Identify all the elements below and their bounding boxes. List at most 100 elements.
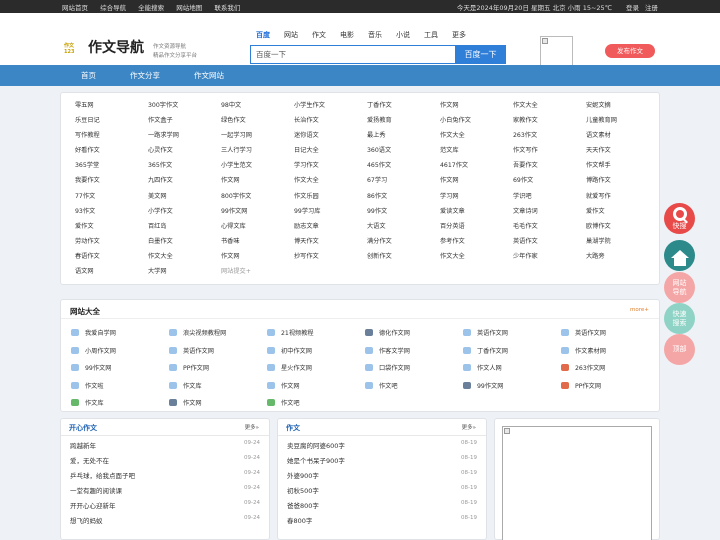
nav-share[interactable]: 作文分享: [130, 70, 160, 81]
link-item[interactable]: 心得文库: [221, 221, 294, 236]
list-item[interactable]: 想飞的蚂蚁 09-24: [70, 515, 260, 530]
link-item[interactable]: 大语文: [367, 221, 440, 236]
link-item[interactable]: 网站提交+: [221, 266, 294, 281]
link-item[interactable]: 参考作文: [440, 236, 513, 251]
link-item[interactable]: 迷你语文: [294, 130, 367, 145]
link-item[interactable]: 77作文: [75, 191, 148, 206]
site-link[interactable]: 初中作文网: [267, 342, 365, 360]
link-item[interactable]: 作文网: [221, 175, 294, 190]
search-tab-essay[interactable]: 作文: [312, 30, 326, 40]
link-item[interactable]: 欧博作文: [586, 221, 659, 236]
link-item[interactable]: 69作文: [513, 175, 586, 190]
link-item[interactable]: 800字作文: [221, 191, 294, 206]
search-tab-music[interactable]: 音乐: [368, 30, 382, 40]
link-item[interactable]: 美文网: [148, 191, 221, 206]
site-link[interactable]: 英语作文网: [463, 324, 561, 342]
link-item[interactable]: 学习网: [440, 191, 513, 206]
site-link[interactable]: 作文库: [169, 377, 267, 395]
link-item[interactable]: 99作文网: [221, 206, 294, 221]
link-item[interactable]: 百分英语: [440, 221, 513, 236]
fast-search-button[interactable]: 快速 搜索: [664, 303, 695, 334]
link-item[interactable]: 作文网: [221, 251, 294, 266]
site-link[interactable]: 263作文网: [561, 359, 659, 377]
link-item[interactable]: 满分作文: [367, 236, 440, 251]
link-item[interactable]: 作文大全: [148, 251, 221, 266]
site-logo[interactable]: 作文123 作文导航: [64, 37, 144, 57]
list-item[interactable]: 跨越新年 09-24: [70, 440, 260, 455]
link-item[interactable]: 爱读文章: [440, 206, 513, 221]
link-item[interactable]: 九四作文: [148, 175, 221, 190]
link-item[interactable]: 小白兔作文: [440, 115, 513, 130]
link-item[interactable]: 小学生作文: [294, 100, 367, 115]
publish-button[interactable]: 发布作文: [605, 44, 655, 58]
list-item[interactable]: 一堂有趣的阅读课 09-24: [70, 485, 260, 500]
site-nav-button[interactable]: 网站 导航: [664, 272, 695, 303]
link-item[interactable]: 长治作文: [294, 115, 367, 130]
link-item[interactable]: 语文网: [75, 266, 148, 281]
site-link[interactable]: 德化作文网: [365, 324, 463, 342]
link-item[interactable]: 劳动作文: [75, 236, 148, 251]
link-item[interactable]: 抄写作文: [294, 251, 367, 266]
link-item[interactable]: 文章诗词: [513, 206, 586, 221]
site-link[interactable]: 口袋作文网: [365, 359, 463, 377]
list-item[interactable]: 卖豆腐的阿婆600字 08-19: [287, 440, 477, 455]
link-item[interactable]: 励志文章: [294, 221, 367, 236]
link-item[interactable]: 巢湖学院: [586, 236, 659, 251]
link-item[interactable]: 一路求学网: [148, 130, 221, 145]
back-to-top-button[interactable]: 顶部: [664, 334, 695, 365]
site-link[interactable]: 丁香作文网: [463, 342, 561, 360]
link-item[interactable]: 儿童教育网: [586, 115, 659, 130]
search-tab-site[interactable]: 网站: [284, 30, 298, 40]
site-link[interactable]: 我爱自学网: [71, 324, 169, 342]
link-item[interactable]: 就爱写作: [586, 191, 659, 206]
list-item[interactable]: 爸爸800字 08-19: [287, 500, 477, 515]
quick-search-button[interactable]: 快搜: [664, 203, 695, 234]
list-item[interactable]: 开开心心迎新年 09-24: [70, 500, 260, 515]
link-item[interactable]: 语文素材: [586, 130, 659, 145]
site-link[interactable]: 99作文网: [71, 359, 169, 377]
link-item[interactable]: 三人行学习: [221, 145, 294, 160]
link-item[interactable]: 丁香作文: [367, 100, 440, 115]
link-item[interactable]: 360语文: [367, 145, 440, 160]
link-item[interactable]: 4617作文: [440, 160, 513, 175]
link-item[interactable]: 春语作文: [75, 251, 148, 266]
site-link[interactable]: 作文网: [169, 394, 267, 412]
nav-sites[interactable]: 作文网站: [194, 70, 224, 81]
site-link[interactable]: 作文人网: [463, 359, 561, 377]
site-link[interactable]: 作客文学网: [365, 342, 463, 360]
link-item[interactable]: 毛毛作文: [513, 221, 586, 236]
link-item[interactable]: 我要作文: [75, 175, 148, 190]
link-item[interactable]: 爱扬教育: [367, 115, 440, 130]
link-item[interactable]: 作文网: [440, 175, 513, 190]
search-button[interactable]: 百度一下: [455, 45, 506, 64]
site-link[interactable]: 99作文网: [463, 377, 561, 395]
link-item[interactable]: 创新作文: [367, 251, 440, 266]
site-link[interactable]: 作文吧: [267, 394, 365, 412]
link-item[interactable]: 博天作文: [294, 236, 367, 251]
link-item[interactable]: 263作文: [513, 130, 586, 145]
link-item[interactable]: 小学生范文: [221, 160, 294, 175]
link-item[interactable]: 英语作文: [513, 236, 586, 251]
site-link[interactable]: 英语作文网: [169, 342, 267, 360]
site-link[interactable]: 星火作文网: [267, 359, 365, 377]
site-link[interactable]: 浪尖视频教程网: [169, 324, 267, 342]
link-item[interactable]: 学识吧: [513, 191, 586, 206]
link-item[interactable]: 365作文: [148, 160, 221, 175]
link-item[interactable]: 好看作文: [75, 145, 148, 160]
search-tab-baidu[interactable]: 百度: [256, 30, 270, 40]
site-link[interactable]: PP作文网: [561, 377, 659, 395]
link-item[interactable]: 99学习库: [294, 206, 367, 221]
link-item[interactable]: 吾要作文: [513, 160, 586, 175]
link-item[interactable]: 作文网: [440, 100, 513, 115]
link-item[interactable]: 博路作文: [586, 175, 659, 190]
home-button[interactable]: [664, 240, 695, 271]
top-link-nav[interactable]: 综合导航: [100, 4, 126, 12]
link-item[interactable]: 大路旁: [586, 251, 659, 266]
link-item[interactable]: 300字作文: [148, 100, 221, 115]
link-item[interactable]: 作文盒子: [148, 115, 221, 130]
site-link[interactable]: 英语作文网: [561, 324, 659, 342]
list-item[interactable]: 外婆900字 08-19: [287, 470, 477, 485]
site-link[interactable]: 作文库: [71, 394, 169, 412]
search-input[interactable]: 百度一下: [250, 45, 455, 64]
link-item[interactable]: 98中文: [221, 100, 294, 115]
